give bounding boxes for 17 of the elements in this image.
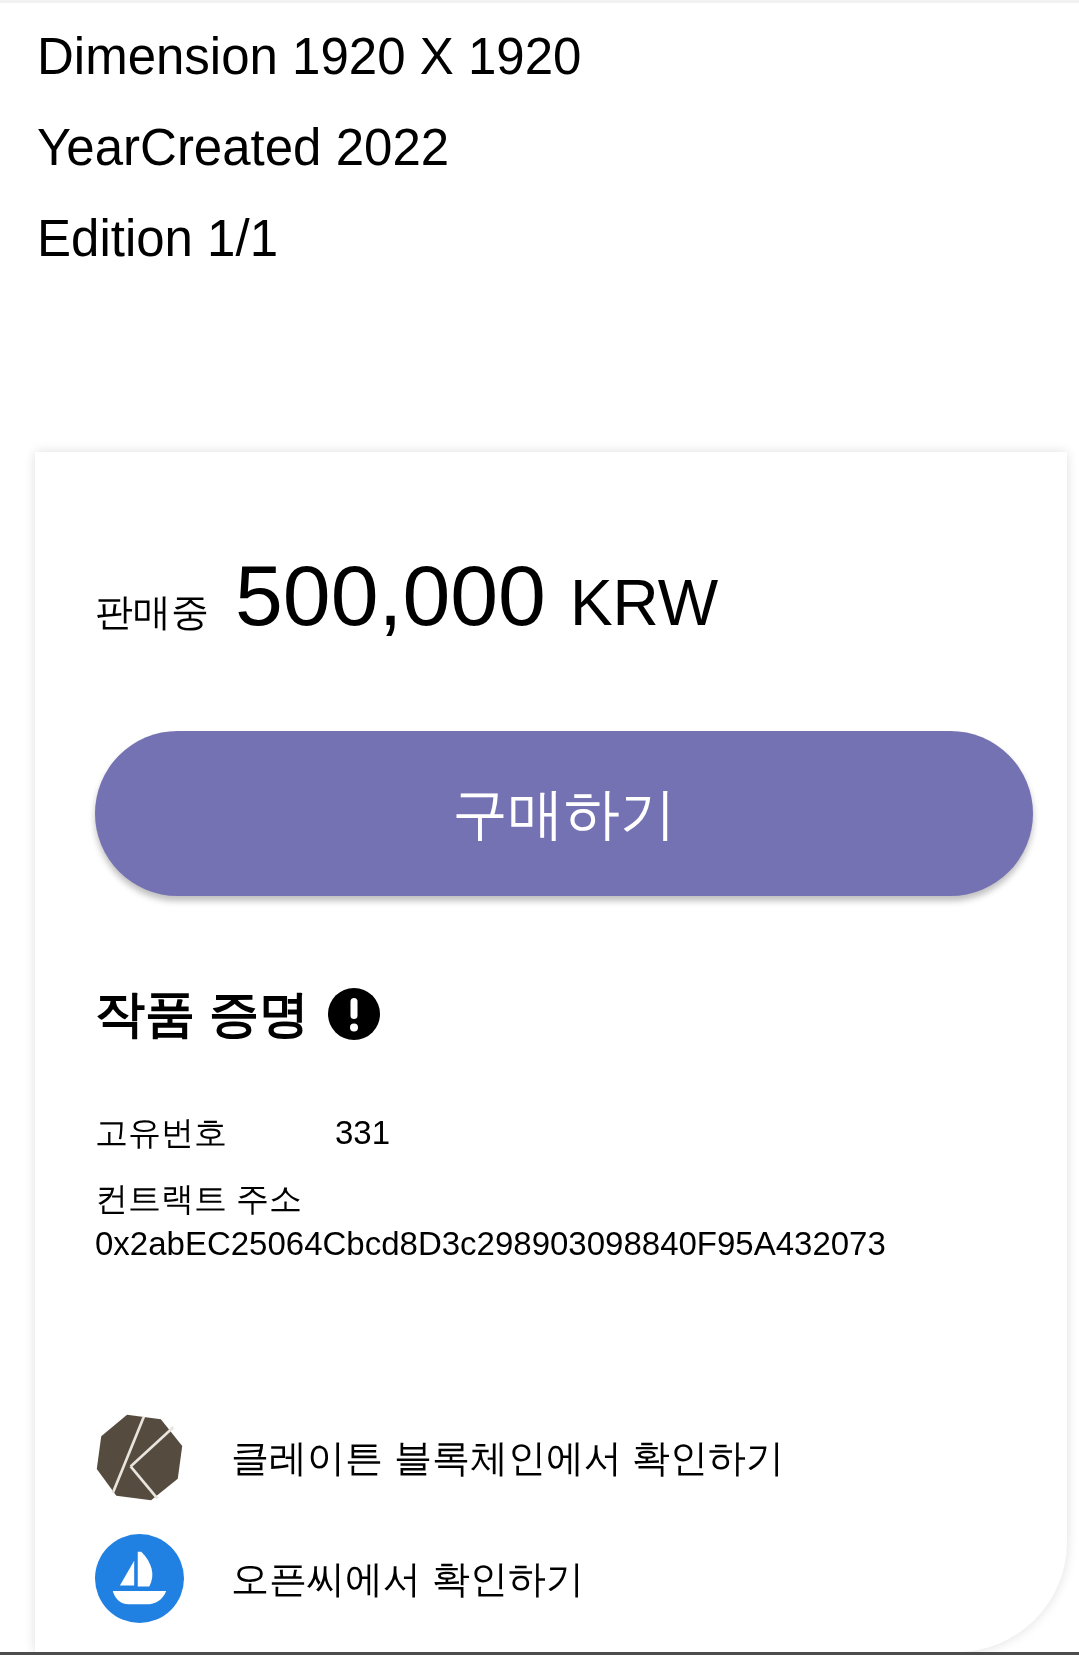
exclamation-icon <box>327 988 380 1040</box>
detail-text: Dimension 1920 X 1920 <box>37 27 582 87</box>
field-value: 0x2abEC25064Cbcd8D3c298903098840F95A432073 <box>95 1224 886 1264</box>
field-value: 331 <box>335 1113 391 1153</box>
sale-status: 판매중 <box>95 590 209 635</box>
buy-button[interactable]: 구매하기 <box>95 731 1033 896</box>
detail-text: Edition 1/1 <box>37 209 278 269</box>
external-link[interactable]: 클레이튼 블록체인에서 확인하기 <box>95 1413 785 1502</box>
sailboat-icon <box>95 1534 184 1623</box>
external-link[interactable]: 오픈씨에서 확인하기 <box>95 1534 584 1623</box>
k-logo-icon <box>95 1413 184 1502</box>
field-label: 고유번호 <box>95 1113 228 1153</box>
section-title: 작품 증명 <box>95 985 309 1044</box>
field-label: 컨트랙트 주소 <box>95 1179 303 1219</box>
currency-code: KRW <box>569 566 719 641</box>
price-amount: 500,000 <box>235 552 546 638</box>
detail-text: YearCreated 2022 <box>37 118 450 178</box>
